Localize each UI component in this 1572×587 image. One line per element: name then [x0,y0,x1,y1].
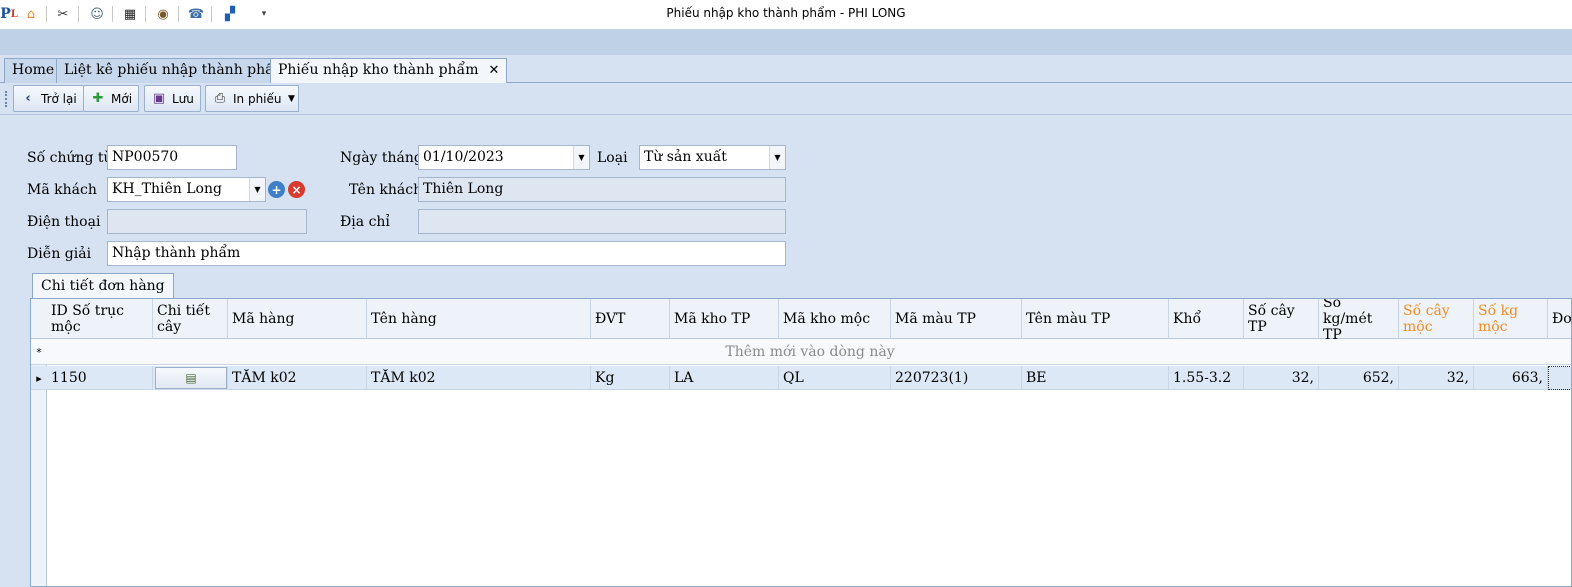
table-row[interactable]: ▸ 1150 ▤ TĂM k02 TĂM k02 Kg LA QL 220723… [31,366,1571,390]
save-icon: ▣ [152,91,166,106]
toolbar: ‹ Trở lại ✚ Mới ▣ Lưu ⎙ In phiếu ▼ [0,83,1572,115]
column-header[interactable]: Số kg mộc [1474,299,1548,339]
column-header[interactable]: Tên hàng [367,299,591,339]
dia-chi-field[interactable] [418,209,786,234]
chi-tiet-cay-button[interactable]: ▤ [155,367,227,389]
clear-customer-icon[interactable]: × [288,181,305,198]
cell-kho[interactable]: 1.55-3.2 [1169,366,1244,390]
column-header[interactable]: Mã hàng [228,299,367,339]
dien-giai-field[interactable]: Nhập thành phẩm [107,241,786,266]
new-button[interactable]: ✚ Mới [83,85,140,112]
cell-so-kg-met-tp[interactable]: 652, [1319,366,1399,390]
cell-ten-hang[interactable]: TĂM k02 [367,366,591,390]
ngay-thang-label: Ngày tháng [340,150,423,166]
dia-chi-label: Địa chỉ [340,214,390,230]
new-label: Mới [111,91,133,106]
cell-ma-kho-tp[interactable]: LA [670,366,779,390]
chevron-down-icon[interactable]: ▼ [769,146,785,169]
add-document-icon: ✚ [92,91,104,106]
column-header[interactable]: Mã màu TP [891,299,1022,339]
current-row-marker: ▸ [36,371,42,385]
ma-khach-label: Mã khách [27,182,97,198]
column-header[interactable]: Mã kho mộc [779,299,891,339]
dien-thoai-field[interactable] [107,209,307,234]
dien-thoai-label: Điện thoại [27,214,101,230]
ma-khach-value: KH_Thiên Long [112,181,222,197]
ngay-thang-value: 01/10/2023 [423,149,504,165]
grid-header: ID Số trục mộc Chi tiết cây Mã hàng Tên … [31,299,1571,339]
cell-so-kg-moc[interactable]: 663, [1474,366,1548,390]
printer-icon: ⎙ [214,91,226,106]
ribbon-bar [0,29,1572,55]
column-header[interactable]: Mã kho TP [670,299,779,339]
so-chung-tu-field[interactable]: NP00570 [107,145,237,170]
edit-details-icon: ▤ [185,371,197,385]
document-tabs: Home Liệt kê phiếu nhập thành phẩm Phiếu… [0,55,1572,84]
chevron-down-icon: ▼ [288,93,295,104]
cell-ten-mau-tp[interactable]: BE [1022,366,1169,390]
ten-khach-label: Tên khách [349,182,423,198]
print-button[interactable]: ⎙ In phiếu [205,85,289,112]
column-header[interactable]: ĐVT [591,299,670,339]
cell-ma-hang[interactable]: TĂM k02 [228,366,367,390]
new-row[interactable]: * Thêm mới vào dòng này [31,339,1571,365]
ma-khach-select[interactable]: KH_Thiên Long ▼ [107,177,266,202]
ten-khach-field[interactable]: Thiên Long [418,177,786,202]
new-row-marker: * [36,345,42,359]
tab-home[interactable]: Home [4,58,63,83]
column-header[interactable]: Số cây TP [1244,299,1319,339]
loai-select[interactable]: Từ sản xuất ▼ [639,145,786,170]
cell-so-cay-tp[interactable]: 32, [1244,366,1319,390]
save-button[interactable]: ▣ Lưu [144,85,201,112]
column-header[interactable]: Số cây mộc [1399,299,1474,339]
save-label: Lưu [172,91,194,106]
cell-so-cay-moc[interactable]: 32, [1399,366,1474,390]
so-chung-tu-label: Số chứng từ [27,150,113,166]
dien-giai-label: Diễn giải [27,246,92,262]
tab-phieu-nhap-kho[interactable]: Phiếu nhập kho thành phẩm ✕ [270,58,508,84]
toolbar-grip[interactable] [5,91,7,107]
cell-focused[interactable] [1548,366,1571,390]
cell-ma-kho-moc[interactable]: QL [779,366,891,390]
tab-label: Liệt kê phiếu nhập thành phẩm [64,62,287,78]
back-label: Trở lại [41,91,77,106]
cell-ma-mau-tp[interactable]: 220723(1) [891,366,1022,390]
window-title: Phiếu nhập kho thành phẩm - PHI LONG [666,6,906,20]
column-header[interactable]: Số kg/mét TP [1319,299,1399,339]
print-dropdown[interactable]: ▼ [285,85,299,112]
chevron-down-icon[interactable]: ▼ [249,178,265,201]
tab-label: Home [12,62,55,78]
chevron-down-icon[interactable]: ▼ [573,146,589,169]
add-customer-icon[interactable]: + [268,181,285,198]
close-icon[interactable]: ✕ [488,63,499,78]
title-bar: PL ⌂ ✂ ☺ ▦ ◉ ☎ ▞ ▾ Phiếu nhập kho thành … [0,0,1572,29]
chevron-left-icon: ‹ [25,91,31,106]
tab-label: Phiếu nhập kho thành phẩm [278,62,479,78]
form-panel: Số chứng từ NP00570 Ngày tháng 01/10/202… [0,116,1572,587]
detail-grid: ID Số trục mộc Chi tiết cây Mã hàng Tên … [30,298,1572,587]
loai-label: Loại [597,150,628,166]
back-button[interactable]: ‹ Trở lại [13,85,84,112]
tab-chi-tiet-don-hang[interactable]: Chi tiết đơn hàng [32,273,174,298]
print-label: In phiếu [233,91,282,106]
loai-value: Từ sản xuất [644,149,727,165]
column-header[interactable]: Tên màu TP [1022,299,1169,339]
column-header[interactable]: Chi tiết cây [153,299,228,339]
column-header[interactable]: Khổ [1169,299,1244,339]
column-header[interactable]: Đơ [1548,299,1571,339]
cell-dvt[interactable]: Kg [591,366,670,390]
ngay-thang-field[interactable]: 01/10/2023 ▼ [418,145,590,170]
column-header[interactable]: ID Số trục mộc [47,299,153,339]
new-row-text: Thêm mới vào dòng này [725,344,895,360]
cell-id-so-truc-moc[interactable]: 1150 [47,366,153,390]
tab-liet-ke-phieu-nhap[interactable]: Liệt kê phiếu nhập thành phẩm [56,58,295,83]
